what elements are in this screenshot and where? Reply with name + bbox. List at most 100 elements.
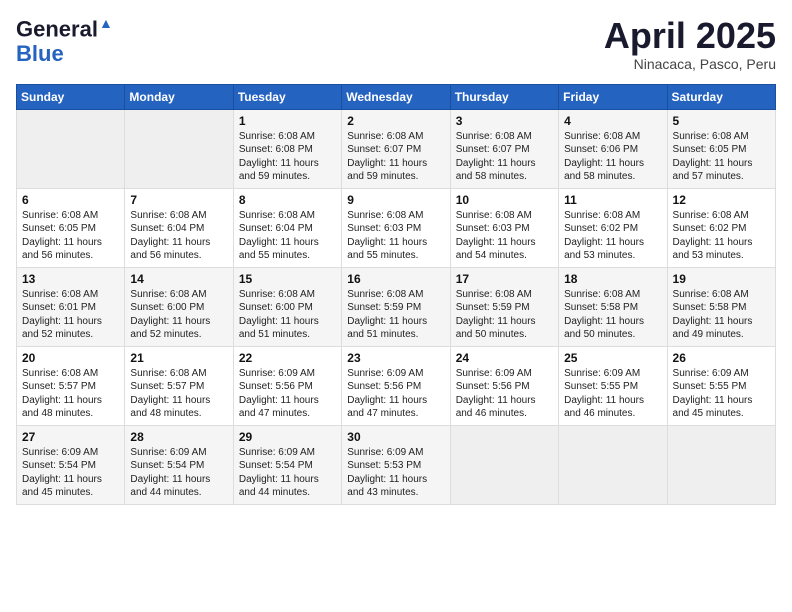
day-info: Sunrise: 6:08 AM Sunset: 6:06 PM Dayligh… (564, 130, 661, 184)
day-number: 14 (130, 272, 227, 286)
day-info: Sunrise: 6:08 AM Sunset: 6:01 PM Dayligh… (22, 288, 119, 342)
day-info: Sunrise: 6:08 AM Sunset: 6:05 PM Dayligh… (22, 209, 119, 263)
weekday-header: Friday (559, 84, 667, 109)
calendar-cell: 16Sunrise: 6:08 AM Sunset: 5:59 PM Dayli… (342, 267, 450, 346)
day-number: 9 (347, 193, 444, 207)
calendar-cell (125, 109, 233, 188)
day-info: Sunrise: 6:08 AM Sunset: 6:02 PM Dayligh… (673, 209, 770, 263)
logo-text: General▲ (16, 16, 113, 42)
calendar-cell: 23 Sunrise: 6:09 AM Sunset: 5:56 PM Dayli… (342, 346, 450, 425)
calendar-cell: 5 Sunrise: 6:08 AM Sunset: 6:05 PM Daylig… (667, 109, 775, 188)
page-header: General▲ Blue April 2025 Ninacaca, Pasco… (16, 16, 776, 72)
calendar-header-row: SundayMondayTuesdayWednesdayThursdayFrid… (17, 84, 776, 109)
calendar-cell: 21 Sunrise: 6:08 AM Sunset: 5:57 PM Dayli… (125, 346, 233, 425)
weekday-header: Monday (125, 84, 233, 109)
calendar-cell (450, 425, 558, 504)
day-number: 15 (239, 272, 336, 286)
day-info: Sunrise: 6:08 AM Sunset: 5:58 PM Dayligh… (564, 288, 661, 342)
logo-blue: Blue (16, 42, 64, 66)
weekday-header: Saturday (667, 84, 775, 109)
day-info: Sunrise: 6:09 AM Sunset: 5:54 PM Dayligh… (22, 446, 119, 500)
calendar-cell: 4 Sunrise: 6:08 AM Sunset: 6:06 PM Daylig… (559, 109, 667, 188)
day-info: Sunrise: 6:09 AM Sunset: 5:55 PM Dayligh… (673, 367, 770, 421)
weekday-header: Sunday (17, 84, 125, 109)
day-info: Sunrise: 6:08 AM Sunset: 6:03 PM Dayligh… (456, 209, 553, 263)
day-info: Sunrise: 6:09 AM Sunset: 5:56 PM Dayligh… (347, 367, 444, 421)
day-number: 8 (239, 193, 336, 207)
day-number: 26 (673, 351, 770, 365)
day-number: 27 (22, 430, 119, 444)
day-number: 6 (22, 193, 119, 207)
calendar-cell: 20 Sunrise: 6:08 AM Sunset: 5:57 PM Dayli… (17, 346, 125, 425)
day-number: 19 (673, 272, 770, 286)
calendar-cell (559, 425, 667, 504)
day-info: Sunrise: 6:08 AM Sunset: 6:07 PM Dayligh… (347, 130, 444, 184)
weekday-header: Wednesday (342, 84, 450, 109)
calendar-week-row: 13Sunrise: 6:08 AM Sunset: 6:01 PM Dayli… (17, 267, 776, 346)
calendar-cell (667, 425, 775, 504)
calendar-cell: 14Sunrise: 6:08 AM Sunset: 6:00 PM Dayli… (125, 267, 233, 346)
day-info: Sunrise: 6:08 AM Sunset: 6:08 PM Dayligh… (239, 130, 336, 184)
calendar-cell: 6 Sunrise: 6:08 AM Sunset: 6:05 PM Daylig… (17, 188, 125, 267)
day-number: 12 (673, 193, 770, 207)
day-number: 25 (564, 351, 661, 365)
calendar-cell: 30 Sunrise: 6:09 AM Sunset: 5:53 PM Dayli… (342, 425, 450, 504)
day-info: Sunrise: 6:08 AM Sunset: 6:04 PM Dayligh… (130, 209, 227, 263)
location-subtitle: Ninacaca, Pasco, Peru (604, 56, 776, 72)
day-number: 24 (456, 351, 553, 365)
calendar-cell: 26 Sunrise: 6:09 AM Sunset: 5:55 PM Dayli… (667, 346, 775, 425)
day-info: Sunrise: 6:08 AM Sunset: 6:07 PM Dayligh… (456, 130, 553, 184)
calendar-cell: 19 Sunrise: 6:08 AM Sunset: 5:58 PM Dayli… (667, 267, 775, 346)
day-info: Sunrise: 6:09 AM Sunset: 5:54 PM Dayligh… (239, 446, 336, 500)
day-info: Sunrise: 6:09 AM Sunset: 5:56 PM Dayligh… (239, 367, 336, 421)
calendar-cell: 28Sunrise: 6:09 AM Sunset: 5:54 PM Dayli… (125, 425, 233, 504)
calendar-cell: 3 Sunrise: 6:08 AM Sunset: 6:07 PM Daylig… (450, 109, 558, 188)
day-number: 3 (456, 114, 553, 128)
day-info: Sunrise: 6:08 AM Sunset: 5:59 PM Dayligh… (456, 288, 553, 342)
calendar-cell: 27 Sunrise: 6:09 AM Sunset: 5:54 PM Dayli… (17, 425, 125, 504)
day-info: Sunrise: 6:08 AM Sunset: 6:04 PM Dayligh… (239, 209, 336, 263)
day-info: Sunrise: 6:09 AM Sunset: 5:53 PM Dayligh… (347, 446, 444, 500)
weekday-header: Tuesday (233, 84, 341, 109)
day-info: Sunrise: 6:08 AM Sunset: 6:02 PM Dayligh… (564, 209, 661, 263)
calendar-cell: 25Sunrise: 6:09 AM Sunset: 5:55 PM Dayli… (559, 346, 667, 425)
day-number: 29 (239, 430, 336, 444)
calendar-cell: 7Sunrise: 6:08 AM Sunset: 6:04 PM Daylig… (125, 188, 233, 267)
day-number: 1 (239, 114, 336, 128)
calendar-cell: 10Sunrise: 6:08 AM Sunset: 6:03 PM Dayli… (450, 188, 558, 267)
calendar-cell: 22Sunrise: 6:09 AM Sunset: 5:56 PM Dayli… (233, 346, 341, 425)
calendar-cell (17, 109, 125, 188)
day-info: Sunrise: 6:08 AM Sunset: 6:03 PM Dayligh… (347, 209, 444, 263)
day-info: Sunrise: 6:09 AM Sunset: 5:56 PM Dayligh… (456, 367, 553, 421)
day-number: 20 (22, 351, 119, 365)
day-info: Sunrise: 6:08 AM Sunset: 6:05 PM Dayligh… (673, 130, 770, 184)
day-number: 17 (456, 272, 553, 286)
day-info: Sunrise: 6:08 AM Sunset: 5:58 PM Dayligh… (673, 288, 770, 342)
day-number: 23 (347, 351, 444, 365)
day-info: Sunrise: 6:08 AM Sunset: 6:00 PM Dayligh… (239, 288, 336, 342)
day-number: 30 (347, 430, 444, 444)
day-info: Sunrise: 6:08 AM Sunset: 5:57 PM Dayligh… (22, 367, 119, 421)
day-info: Sunrise: 6:08 AM Sunset: 5:57 PM Dayligh… (130, 367, 227, 421)
calendar-cell: 13Sunrise: 6:08 AM Sunset: 6:01 PM Dayli… (17, 267, 125, 346)
month-title: April 2025 (604, 16, 776, 56)
calendar-cell: 11 Sunrise: 6:08 AM Sunset: 6:02 PM Dayli… (559, 188, 667, 267)
calendar-table: SundayMondayTuesdayWednesdayThursdayFrid… (16, 84, 776, 505)
day-number: 4 (564, 114, 661, 128)
calendar-week-row: 20 Sunrise: 6:08 AM Sunset: 5:57 PM Dayli… (17, 346, 776, 425)
calendar-cell: 15 Sunrise: 6:08 AM Sunset: 6:00 PM Dayli… (233, 267, 341, 346)
day-number: 11 (564, 193, 661, 207)
day-number: 18 (564, 272, 661, 286)
calendar-cell: 17 Sunrise: 6:08 AM Sunset: 5:59 PM Dayli… (450, 267, 558, 346)
day-number: 16 (347, 272, 444, 286)
title-block: April 2025 Ninacaca, Pasco, Peru (604, 16, 776, 72)
day-number: 21 (130, 351, 227, 365)
day-number: 2 (347, 114, 444, 128)
calendar-cell: 9 Sunrise: 6:08 AM Sunset: 6:03 PM Daylig… (342, 188, 450, 267)
calendar-week-row: 1 Sunrise: 6:08 AM Sunset: 6:08 PM Daylig… (17, 109, 776, 188)
calendar-week-row: 6 Sunrise: 6:08 AM Sunset: 6:05 PM Daylig… (17, 188, 776, 267)
calendar-cell: 29 Sunrise: 6:09 AM Sunset: 5:54 PM Dayli… (233, 425, 341, 504)
day-number: 5 (673, 114, 770, 128)
day-info: Sunrise: 6:09 AM Sunset: 5:54 PM Dayligh… (130, 446, 227, 500)
calendar-week-row: 27 Sunrise: 6:09 AM Sunset: 5:54 PM Dayli… (17, 425, 776, 504)
